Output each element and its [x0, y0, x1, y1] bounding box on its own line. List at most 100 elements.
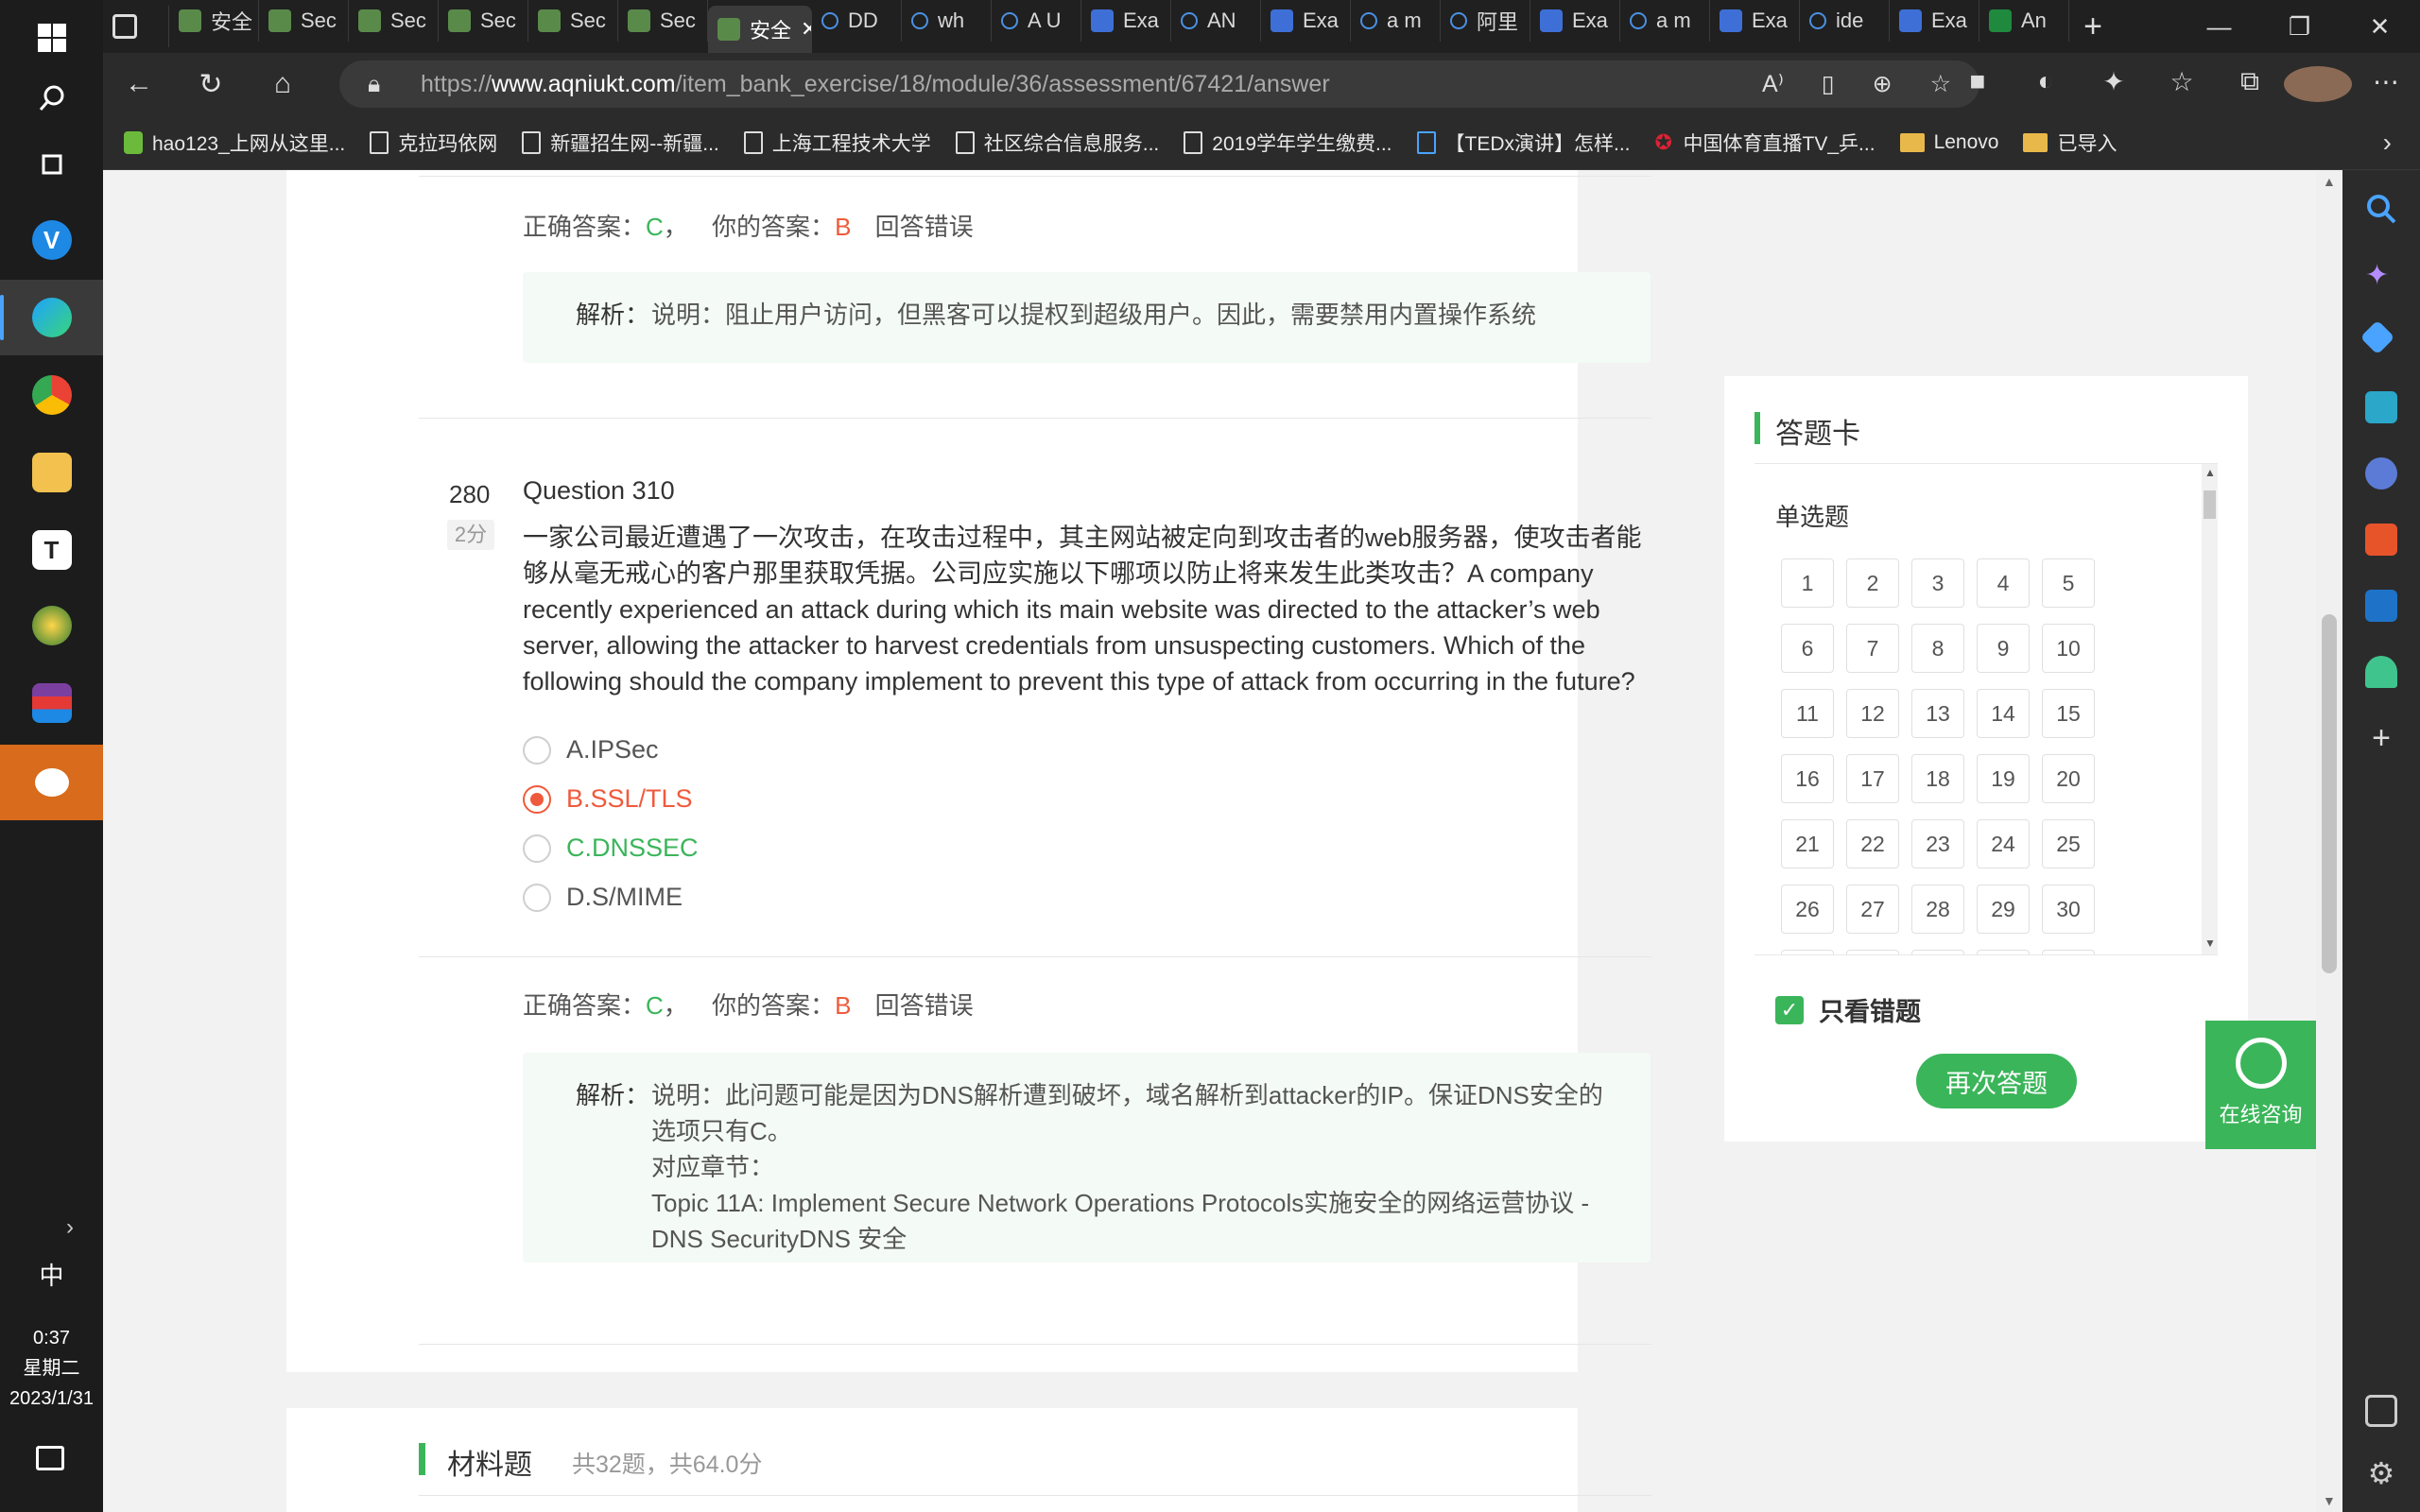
show-hidden-icons-button[interactable]: › [66, 1214, 74, 1241]
taskbar-app-vpn[interactable]: V [0, 202, 103, 278]
question-number-cell[interactable]: 15 [2042, 689, 2095, 738]
browser-tab[interactable]: Exa [1530, 0, 1620, 42]
minimize-icon[interactable]: — [2179, 12, 2259, 42]
question-number-cell[interactable]: 16 [1781, 754, 1834, 803]
bookmark-item[interactable]: 克拉玛依网 [370, 129, 497, 157]
browser-tab[interactable]: 安全 ✕ [708, 6, 812, 53]
home-icon[interactable]: ⌂ [247, 68, 319, 100]
extension-dark-icon[interactable]: ■ [1944, 66, 2012, 102]
sidebar-tools-icon[interactable] [2365, 391, 2397, 423]
online-consult-button[interactable]: 在线咨询 [2205, 1021, 2316, 1149]
scroll-down-icon[interactable]: ▼ [2204, 936, 2216, 950]
question-number-cell[interactable]: 28 [1911, 885, 1964, 934]
sidebar-collapse-icon[interactable] [2365, 1395, 2397, 1427]
browser-tab[interactable]: An [1979, 0, 2069, 42]
sidebar-office-icon[interactable] [2365, 524, 2397, 556]
browser-tab[interactable]: Sec [349, 0, 439, 42]
question-number-cell[interactable]: 11 [1781, 689, 1834, 738]
restore-icon[interactable]: ❐ [2259, 12, 2340, 42]
question-number-cell[interactable]: 14 [1977, 689, 2030, 738]
browser-tab[interactable]: a m [1351, 0, 1441, 42]
radio-icon[interactable] [523, 883, 551, 912]
radio-selected-icon[interactable] [523, 784, 551, 814]
scroll-up-icon[interactable]: ▲ [2323, 174, 2336, 189]
radio-icon[interactable] [523, 735, 551, 765]
question-number-cell[interactable]: 10 [2042, 624, 2095, 673]
read-aloud-icon[interactable]: A⁾ [1762, 70, 1784, 98]
question-number-cell[interactable]: 12 [1846, 689, 1899, 738]
browser-tab[interactable]: ide [1800, 0, 1890, 42]
back-icon[interactable]: ← [103, 68, 175, 100]
browser-tab[interactable]: Sec [439, 0, 528, 42]
question-number-cell[interactable]: 22 [1846, 819, 1899, 868]
search-button[interactable] [0, 60, 103, 136]
input-method-indicator[interactable]: 中 [0, 1257, 103, 1292]
only-wrong-checkbox[interactable]: ✓ 只看错题 [1775, 991, 1921, 1028]
browser-tab[interactable]: wh [902, 0, 992, 42]
tab-actions-button[interactable] [103, 6, 169, 47]
question-number-cell[interactable]: 30 [2042, 885, 2095, 934]
browser-tab[interactable]: A U [992, 0, 1081, 42]
browser-tab[interactable]: Exa [1261, 0, 1351, 42]
close-tab-icon[interactable]: ✕ [801, 17, 811, 42]
taskbar-app-chrome[interactable] [0, 357, 103, 433]
question-number-cell[interactable]: 7 [1846, 624, 1899, 673]
taskbar-app-edge[interactable] [0, 280, 103, 355]
answer-option[interactable]: A.IPSec [523, 735, 659, 765]
question-number-cell[interactable]: 13 [1911, 689, 1964, 738]
more-menu-icon[interactable]: ⋯ [2352, 66, 2420, 102]
question-number-cell[interactable]: 20 [2042, 754, 2095, 803]
bookmarks-overflow-icon[interactable]: › [2383, 128, 2392, 158]
browser-tab[interactable]: 阿里 [1441, 0, 1530, 42]
close-window-icon[interactable]: ✕ [2340, 12, 2420, 42]
sidebar-discover-icon[interactable]: ✦ [2365, 259, 2397, 291]
question-number-cell[interactable] [1977, 950, 2030, 954]
bookmark-item[interactable]: ✪ 中国体育直播TV_乒... [1655, 129, 1876, 157]
answer-card-list[interactable]: 单选题 1 2 3 4 5 6 7 8 9 10 11 12 13 14 15 16 17 18 19 20 21 22 2… [1754, 464, 2218, 955]
question-number-cell[interactable]: 19 [1977, 754, 2030, 803]
refresh-icon[interactable]: ↻ [175, 68, 247, 101]
collections-icon[interactable]: ⧉ [2216, 66, 2284, 102]
question-number-cell[interactable]: 21 [1781, 819, 1834, 868]
address-bar[interactable]: 🔒︎ https://www.aqniukt.com/item_bank_exe… [339, 60, 1979, 108]
favorites-icon[interactable]: ☆ [2148, 66, 2216, 102]
sidebar-search-icon[interactable] [2365, 193, 2397, 225]
browser-tab[interactable]: AN [1171, 0, 1261, 42]
immersive-reader-icon[interactable]: ▯ [1822, 70, 1835, 98]
browser-tab[interactable]: a m [1620, 0, 1710, 42]
scroll-down-icon[interactable]: ▼ [2323, 1493, 2336, 1508]
radio-icon[interactable] [523, 833, 551, 863]
sidebar-add-icon[interactable]: + [2365, 722, 2397, 754]
question-number-cell[interactable]: 24 [1977, 819, 2030, 868]
question-number-cell[interactable] [1781, 950, 1834, 954]
sidebar-drop-icon[interactable] [2365, 656, 2397, 688]
extension-ie-icon[interactable]: ◐ [2012, 66, 2080, 102]
question-number-cell[interactable]: 5 [2042, 558, 2095, 608]
question-number-cell[interactable]: 23 [1911, 819, 1964, 868]
page-scrollbar[interactable]: ▲ ▼ [2316, 170, 2342, 1512]
question-number-cell[interactable]: 1 [1781, 558, 1834, 608]
answer-option[interactable]: D.S/MIME [523, 883, 683, 912]
browser-tab[interactable]: DD [812, 0, 902, 42]
taskbar-app-explorer[interactable] [0, 435, 103, 510]
browser-tab[interactable]: Sec [259, 0, 349, 42]
task-view-button[interactable] [0, 127, 103, 202]
bookmark-item[interactable]: 社区综合信息服务... [955, 129, 1159, 157]
question-number-cell[interactable]: 27 [1846, 885, 1899, 934]
bookmark-item[interactable]: 【TEDx演讲】怎样... [1416, 129, 1631, 157]
answer-option[interactable]: C.DNSSEC [523, 833, 699, 863]
browser-tab[interactable]: Exa [1890, 0, 1979, 42]
taskbar-clock[interactable]: 0:37 星期二 2023/1/31 [0, 1323, 103, 1414]
bookmark-item[interactable]: 2019学年学生缴费... [1184, 129, 1392, 157]
sidebar-games-icon[interactable] [2365, 457, 2397, 490]
question-number-cell[interactable]: 2 [1846, 558, 1899, 608]
new-tab-button[interactable]: + [2069, 9, 2117, 45]
bookmark-item[interactable]: Lenovo [1899, 129, 1998, 157]
answer-card-scrollbar[interactable]: ▲ ▼ [2202, 464, 2218, 954]
profile-avatar[interactable] [2284, 66, 2352, 102]
answer-option[interactable]: B.SSL/TLS [523, 784, 693, 814]
sidebar-shopping-icon[interactable] [2360, 319, 2395, 355]
scroll-up-icon[interactable]: ▲ [2204, 466, 2216, 479]
browser-tab[interactable]: Sec [618, 0, 708, 42]
notification-icon[interactable] [36, 1446, 64, 1470]
